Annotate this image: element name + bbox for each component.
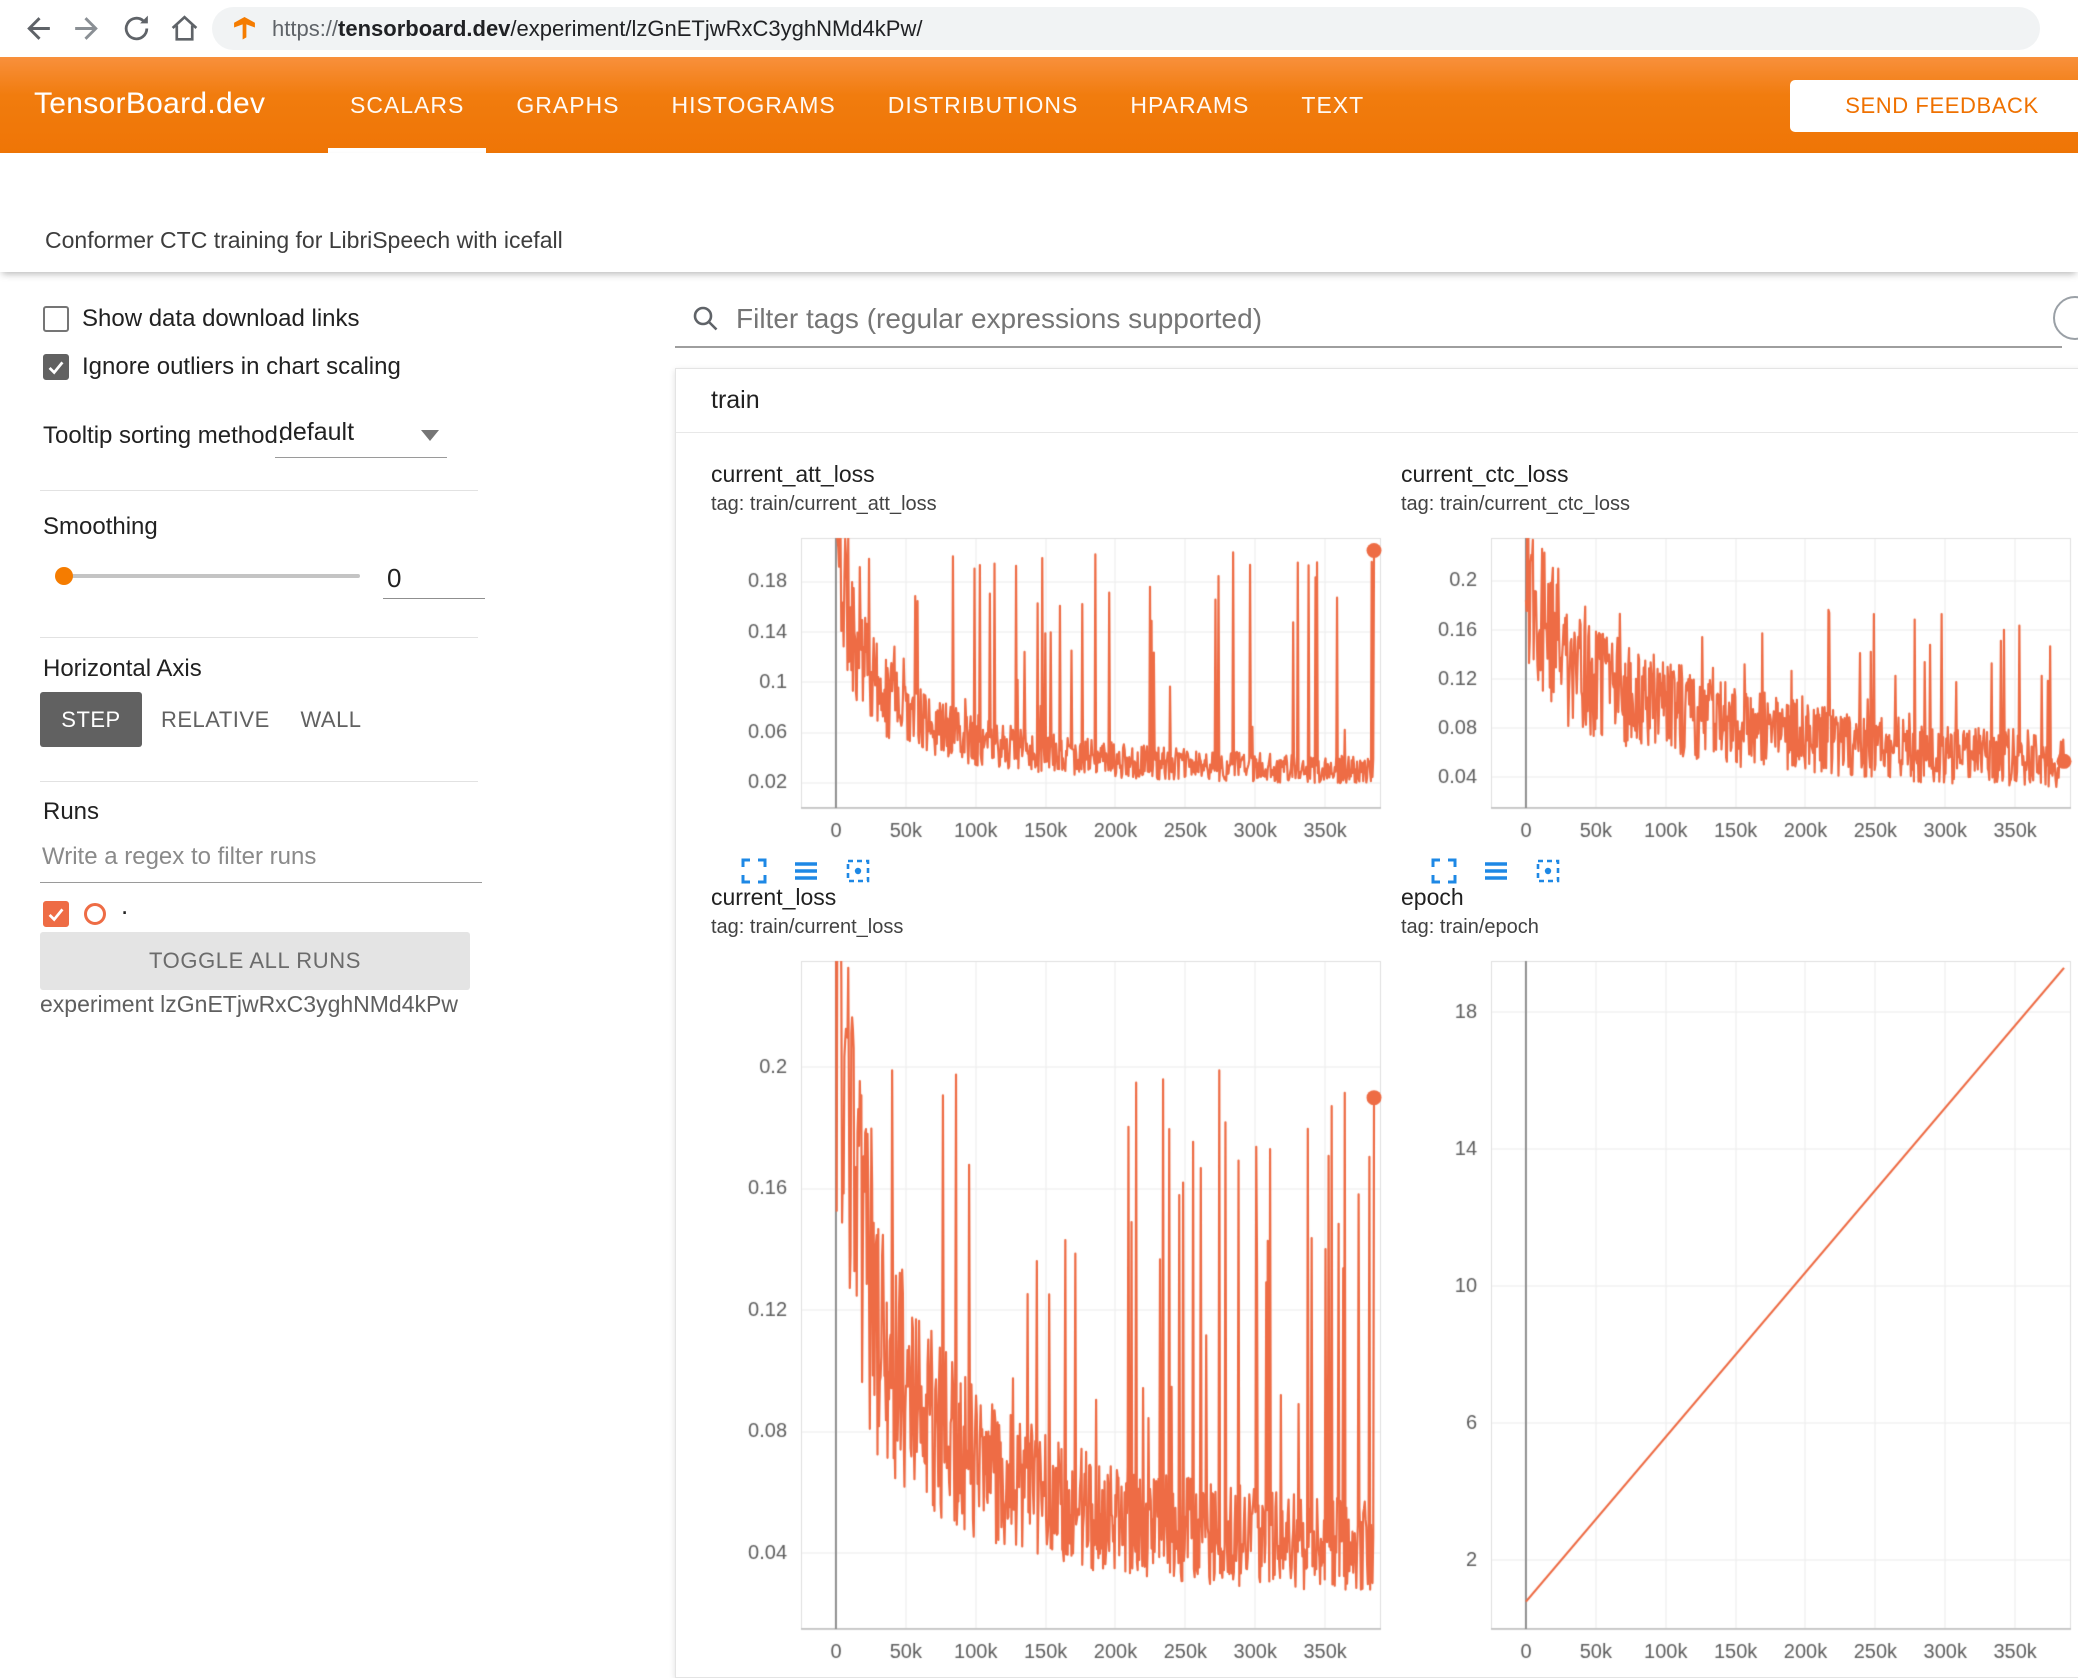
url-scheme: https://	[272, 15, 339, 41]
tag-filter-underline	[675, 346, 2062, 348]
reload-icon[interactable]	[120, 12, 153, 45]
show-download-links-checkbox[interactable]	[43, 306, 69, 332]
tab-graphs[interactable]: GRAPHS	[490, 57, 645, 153]
app-title: TensorBoard.dev	[34, 87, 266, 120]
chart-current-ctc-loss: current_ctc_loss tag: train/current_ctc_…	[1401, 461, 2078, 886]
home-icon[interactable]	[168, 12, 201, 45]
chart-toolbar	[739, 856, 1391, 886]
tab-text[interactable]: TEXT	[1275, 57, 1390, 153]
send-feedback-button[interactable]: SEND FEEDBACK	[1790, 80, 2078, 132]
chart-title: epoch	[1401, 884, 1464, 910]
ignore-outliers-label: Ignore outliers in chart scaling	[82, 353, 401, 380]
experiment-title: Conformer CTC training for LibriSpeech w…	[45, 227, 563, 253]
show-download-links-label: Show data download links	[82, 305, 360, 332]
tab-hparams[interactable]: HPARAMS	[1104, 57, 1275, 153]
chart-current-att-loss: current_att_loss tag: train/current_att_…	[711, 461, 1391, 886]
browser-toolbar: https://tensorboard.dev/experiment/lzGnE…	[0, 0, 2078, 57]
chart-title: current_loss	[711, 884, 837, 910]
axis-step-button[interactable]: STEP	[40, 692, 142, 747]
runs-filter-input[interactable]	[40, 832, 482, 883]
tensorboard-favicon	[232, 16, 257, 41]
card-title: train	[711, 386, 760, 414]
chart-canvas[interactable]	[711, 532, 1389, 847]
experiment-subtitle-bar: Conformer CTC training for LibriSpeech w…	[0, 153, 2078, 272]
url-text: https://tensorboard.dev/experiment/lzGnE…	[272, 16, 922, 42]
tag-filter-input[interactable]	[734, 296, 1838, 342]
app-header: TensorBoard.dev SCALARS GRAPHS HISTOGRAM…	[0, 57, 2078, 153]
tab-distributions[interactable]: DISTRIBUTIONS	[862, 57, 1105, 153]
smoothing-slider-thumb[interactable]	[55, 567, 73, 585]
lines-icon[interactable]	[1481, 856, 1511, 886]
divider	[40, 781, 478, 782]
search-icon	[690, 303, 720, 333]
toggle-all-runs-button[interactable]: TOGGLE ALL RUNS	[40, 932, 470, 990]
chart-canvas[interactable]	[1401, 532, 2078, 847]
expand-arrows-icon[interactable]	[1429, 856, 1459, 886]
runs-label: Runs	[43, 798, 100, 825]
run-name-label: .	[121, 890, 129, 920]
address-bar[interactable]: https://tensorboard.dev/experiment/lzGnE…	[212, 7, 2040, 50]
chevron-down-icon	[421, 430, 439, 441]
ignore-outliers-checkbox[interactable]	[43, 354, 69, 380]
train-card: train current_att_loss tag: train/curren…	[675, 368, 2078, 1678]
tooltip-sorting-label: Tooltip sorting method:	[43, 422, 285, 449]
chart-current-loss: current_loss tag: train/current_loss	[711, 884, 1391, 1668]
axis-wall-button[interactable]: WALL	[288, 692, 374, 747]
chart-tag: tag: train/current_loss	[711, 916, 904, 938]
divider	[40, 637, 478, 638]
expand-arrows-icon[interactable]	[739, 856, 769, 886]
axis-relative-button[interactable]: RELATIVE	[155, 692, 271, 747]
chart-tag: tag: train/current_att_loss	[711, 493, 937, 515]
back-icon[interactable]	[22, 12, 55, 45]
nav-tabs: SCALARS GRAPHS HISTOGRAMS DISTRIBUTIONS …	[324, 57, 1390, 153]
tooltip-sorting-select[interactable]: default	[275, 412, 447, 458]
run-checkbox[interactable]	[43, 901, 69, 927]
url-domain: tensorboard.dev	[338, 15, 511, 41]
chart-epoch: epoch tag: train/epoch	[1401, 884, 2078, 1668]
fit-frame-icon[interactable]	[1533, 856, 1563, 886]
sidebar: Show data download links Ignore outliers…	[0, 272, 660, 1666]
tooltip-sorting-value: default	[279, 418, 355, 446]
forward-icon[interactable]	[70, 12, 103, 45]
help-button[interactable]	[2053, 296, 2078, 340]
url-path: /experiment/lzGnETjwRxC3yghNMd4kPw/	[510, 15, 923, 41]
smoothing-value-input[interactable]	[383, 558, 485, 599]
divider	[40, 490, 478, 491]
card-header[interactable]: train	[676, 369, 2078, 433]
horizontal-axis-label: Horizontal Axis	[43, 655, 202, 682]
chart-canvas[interactable]	[711, 955, 1389, 1668]
chart-toolbar	[1429, 856, 2078, 886]
chart-tag: tag: train/epoch	[1401, 916, 1539, 938]
smoothing-label: Smoothing	[43, 513, 158, 540]
experiment-id-label: experiment lzGnETjwRxC3yghNMd4kPw	[40, 991, 458, 1017]
lines-icon[interactable]	[791, 856, 821, 886]
fit-frame-icon[interactable]	[843, 856, 873, 886]
tab-scalars[interactable]: SCALARS	[324, 57, 490, 153]
chart-title: current_att_loss	[711, 461, 875, 487]
chart-canvas[interactable]	[1401, 955, 2078, 1668]
tab-histograms[interactable]: HISTOGRAMS	[646, 57, 862, 153]
smoothing-slider[interactable]	[56, 574, 360, 578]
chart-title: current_ctc_loss	[1401, 461, 1569, 487]
chart-tag: tag: train/current_ctc_loss	[1401, 493, 1630, 515]
run-color-indicator[interactable]	[84, 903, 106, 925]
